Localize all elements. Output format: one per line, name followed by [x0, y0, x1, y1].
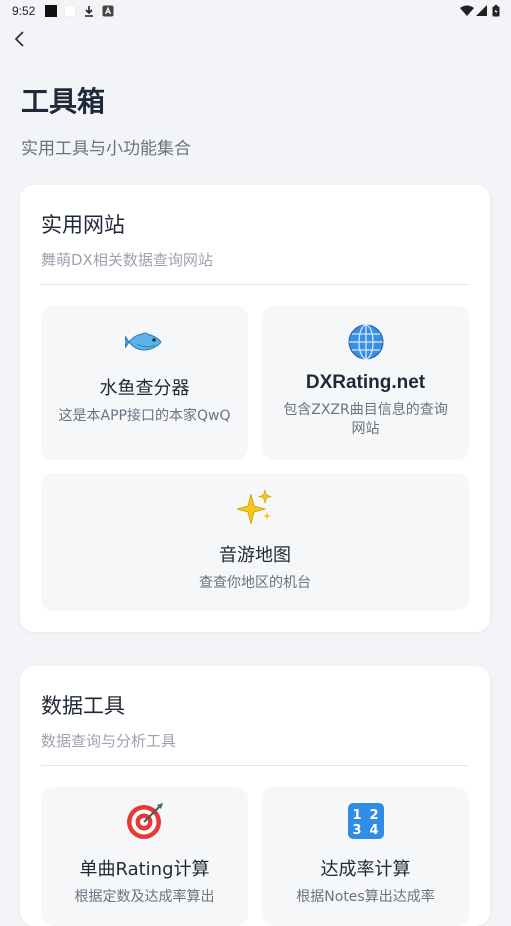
tool-card-music-map[interactable]: 音游地图 查查你地区的机台	[41, 473, 469, 611]
section-title: 数据工具	[41, 694, 125, 718]
tool-description: 根据Notes算出达成率	[296, 889, 435, 905]
target-icon	[41, 801, 248, 841]
divider	[41, 765, 469, 766]
globe-icon	[262, 322, 469, 362]
svg-text:3: 3	[352, 823, 361, 838]
notification-blank-icon	[64, 5, 76, 20]
tool-card-accuracy-calc[interactable]: 1 2 3 4 达成率计算 根据Notes算出达成率	[262, 787, 469, 926]
page-title: 工具箱	[21, 85, 106, 118]
signal-icon	[476, 5, 487, 20]
tool-card-dxrating[interactable]: DXRating.net 包含ZXZR曲目信息的查询网站	[262, 306, 469, 460]
tool-description: 根据定数及达成率算出	[74, 889, 215, 905]
fish-icon	[41, 322, 248, 362]
tool-card-rating-calc[interactable]: 单曲Rating计算 根据定数及达成率算出	[41, 787, 248, 926]
svg-text:2: 2	[369, 808, 378, 823]
tool-name: 水鱼查分器	[99, 378, 190, 399]
tool-name: 音游地图	[219, 545, 291, 566]
notification-square-icon	[45, 5, 57, 20]
back-button[interactable]	[8, 26, 30, 52]
chevron-left-icon	[14, 31, 24, 47]
divider	[41, 284, 469, 285]
sparkles-icon	[41, 487, 469, 527]
section-card-data-tools: 数据工具 数据查询与分析工具 单曲Rating计算 根据定数及达成率算出 1 2…	[20, 666, 490, 926]
tool-card-diving-fish[interactable]: 水鱼查分器 这是本APP接口的本家QwQ	[41, 306, 248, 460]
status-bar: 9:52	[0, 0, 511, 22]
tool-name: 达成率计算	[320, 859, 411, 880]
tool-description: 包含ZXZR曲目信息的查询网站	[283, 402, 448, 437]
tool-description: 这是本APP接口的本家QwQ	[58, 408, 231, 424]
tool-name: DXRating.net	[305, 372, 426, 393]
svg-text:1: 1	[352, 808, 361, 823]
svg-text:4: 4	[369, 823, 378, 838]
page-subtitle: 实用工具与小功能集合	[21, 139, 191, 159]
tool-description: 查查你地区的机台	[199, 575, 311, 591]
numbers-1234-icon: 1 2 3 4	[262, 801, 469, 841]
section-subtitle: 舞萌DX相关数据查询网站	[41, 251, 213, 269]
wifi-icon	[460, 5, 474, 20]
status-time: 9:52	[12, 4, 36, 18]
app-a-icon	[102, 5, 114, 20]
battery-icon	[492, 5, 500, 20]
section-subtitle: 数据查询与分析工具	[41, 732, 177, 750]
section-card-websites: 实用网站 舞萌DX相关数据查询网站 水鱼查分器 这是本APP接口的本家QwQ D…	[20, 185, 490, 632]
download-icon	[83, 5, 95, 20]
section-title: 实用网站	[41, 213, 125, 237]
tool-name: 单曲Rating计算	[79, 859, 210, 880]
